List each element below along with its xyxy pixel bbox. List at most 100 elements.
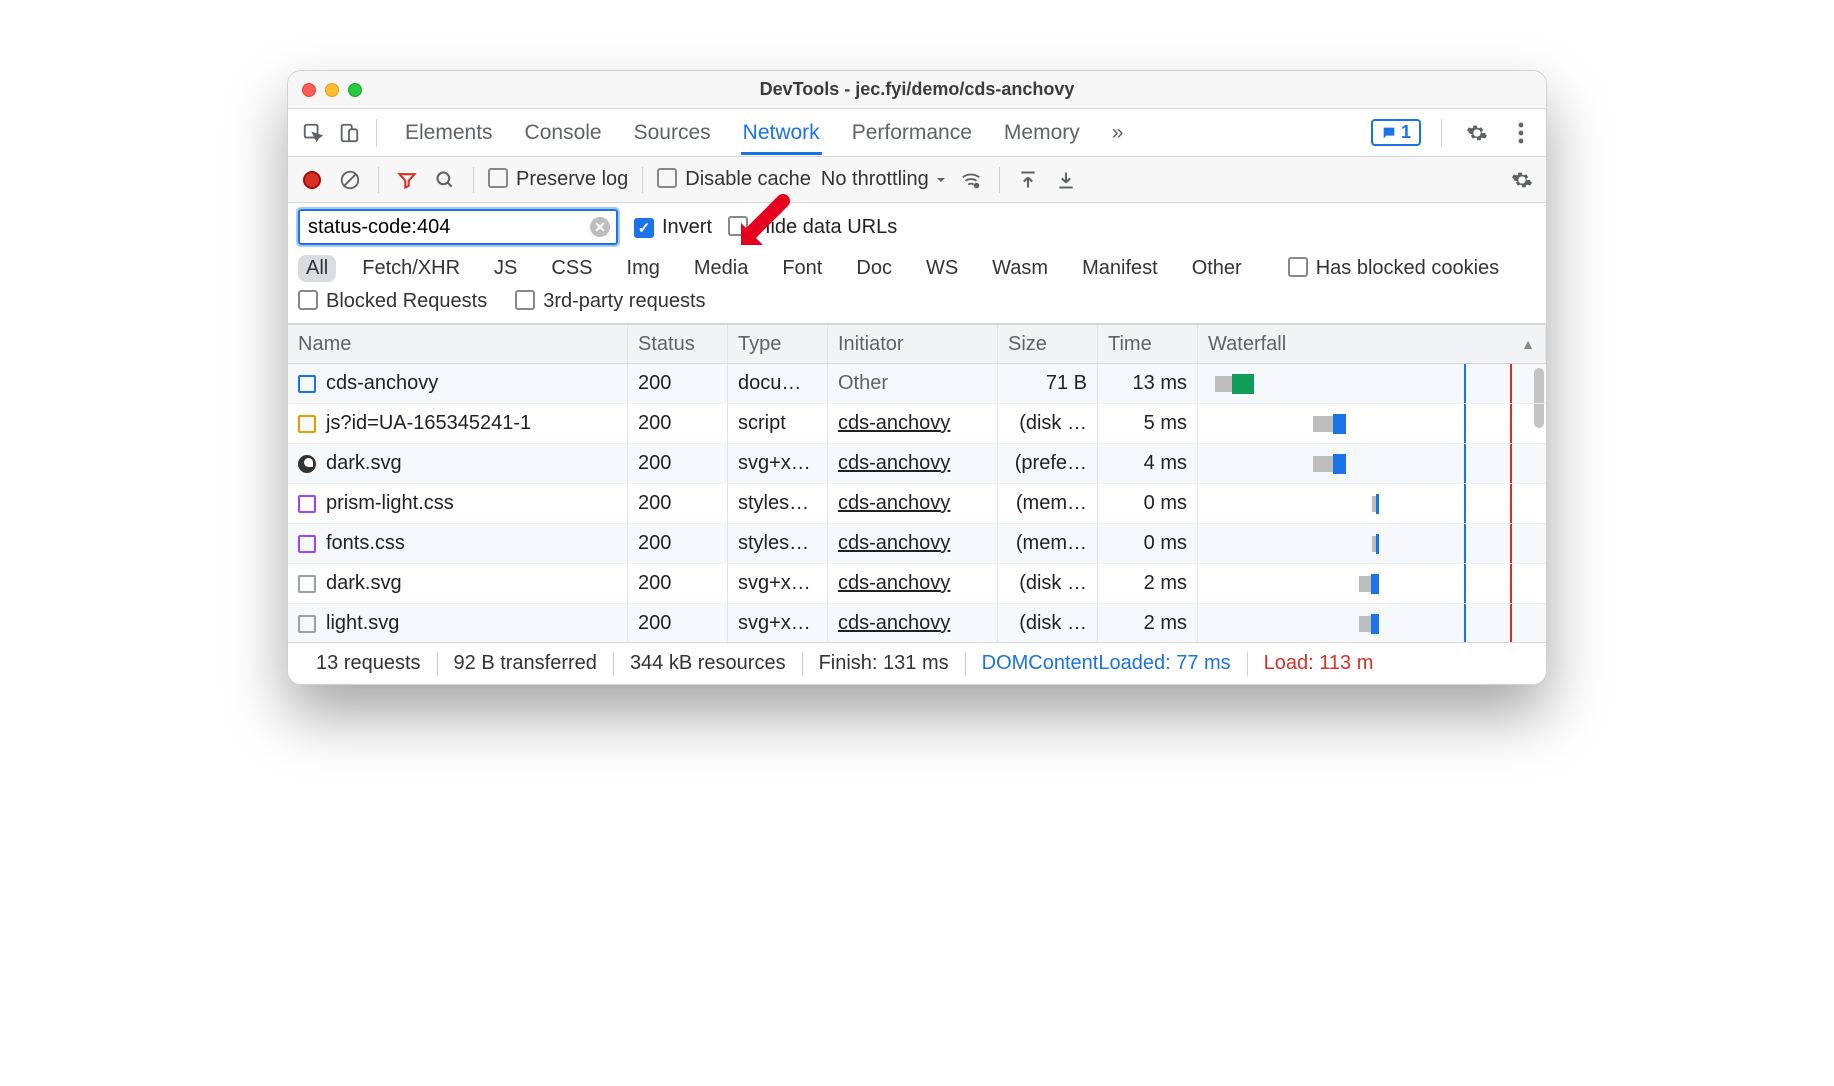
type-css[interactable]: CSS: [543, 255, 600, 282]
close-icon[interactable]: [302, 83, 316, 97]
tab-sources[interactable]: Sources: [632, 111, 713, 155]
cell-initiator: cds-anchovy: [828, 604, 998, 642]
request-name: dark.svg: [326, 572, 402, 595]
clear-button[interactable]: [336, 166, 364, 194]
cell-initiator: cds-anchovy: [828, 524, 998, 564]
filter-bar: ✕ ✓Invert Hide data URLs: [288, 203, 1546, 251]
devtools-window: DevTools - jec.fyi/demo/cds-anchovy Elem…: [287, 70, 1547, 685]
search-icon[interactable]: [431, 166, 459, 194]
kebab-menu-icon[interactable]: [1506, 118, 1536, 148]
initiator-link[interactable]: cds-anchovy: [838, 612, 950, 635]
request-name: light.svg: [326, 612, 399, 635]
cell-status: 200: [628, 524, 728, 564]
initiator-link[interactable]: cds-anchovy: [838, 412, 950, 435]
col-type[interactable]: Type: [728, 325, 828, 363]
import-har-icon[interactable]: [1014, 166, 1042, 194]
table-row[interactable]: fonts.css 200 styles… cds-anchovy (mem… …: [288, 524, 1546, 564]
cell-time: 0 ms: [1098, 484, 1198, 524]
clear-filter-icon[interactable]: ✕: [590, 217, 610, 237]
type-wasm[interactable]: Wasm: [984, 255, 1056, 282]
type-media[interactable]: Media: [686, 255, 756, 282]
issues-count: 1: [1401, 122, 1411, 143]
requests-table: Name Status Type Initiator Size Time Wat…: [288, 324, 1546, 642]
col-name[interactable]: Name: [288, 325, 628, 363]
table-body[interactable]: cds-anchovy 200 docu… Other 71 B 13 ms j…: [288, 364, 1546, 642]
initiator-link[interactable]: cds-anchovy: [838, 452, 950, 475]
type-other[interactable]: Other: [1184, 255, 1250, 282]
filter-icon[interactable]: [393, 166, 421, 194]
issues-badge[interactable]: 1: [1371, 119, 1421, 146]
cell-size: (disk …: [998, 564, 1098, 604]
cell-size: (disk …: [998, 404, 1098, 444]
table-row[interactable]: light.svg 200 svg+x… cds-anchovy (disk ……: [288, 604, 1546, 642]
initiator-link[interactable]: cds-anchovy: [838, 572, 950, 595]
file-css-icon: [298, 495, 316, 513]
tab-elements[interactable]: Elements: [403, 111, 495, 155]
preserve-log-checkbox[interactable]: Preserve log: [488, 168, 628, 191]
has-blocked-cookies-checkbox[interactable]: Has blocked cookies: [1288, 257, 1499, 280]
table-header[interactable]: Name Status Type Initiator Size Time Wat…: [288, 325, 1546, 364]
cell-initiator: Other: [828, 364, 998, 404]
col-waterfall[interactable]: Waterfall▲: [1198, 325, 1546, 363]
hide-data-urls-checkbox[interactable]: Hide data URLs: [728, 216, 897, 239]
col-initiator[interactable]: Initiator: [828, 325, 998, 363]
blocked-requests-checkbox[interactable]: Blocked Requests: [298, 290, 487, 313]
filter-input[interactable]: [306, 214, 590, 241]
network-conditions-icon[interactable]: [957, 166, 985, 194]
tab-performance[interactable]: Performance: [850, 111, 974, 155]
type-js[interactable]: JS: [486, 255, 525, 282]
disable-cache-checkbox[interactable]: Disable cache: [657, 168, 811, 191]
cell-waterfall: [1198, 524, 1546, 564]
type-img[interactable]: Img: [619, 255, 668, 282]
cell-status: 200: [628, 404, 728, 444]
cell-type: svg+x…: [728, 604, 828, 642]
col-size[interactable]: Size: [998, 325, 1098, 363]
cell-waterfall: [1198, 404, 1546, 444]
type-doc[interactable]: Doc: [848, 255, 900, 282]
table-row[interactable]: dark.svg 200 svg+x… cds-anchovy (prefe… …: [288, 444, 1546, 484]
cell-status: 200: [628, 484, 728, 524]
zoom-icon[interactable]: [348, 83, 362, 97]
export-har-icon[interactable]: [1052, 166, 1080, 194]
inspect-element-icon[interactable]: [298, 118, 328, 148]
panel-settings-icon[interactable]: [1508, 166, 1536, 194]
minimize-icon[interactable]: [325, 83, 339, 97]
type-fetch-xhr[interactable]: Fetch/XHR: [354, 255, 468, 282]
request-name: fonts.css: [326, 532, 405, 555]
cell-type: svg+x…: [728, 444, 828, 484]
throttling-select[interactable]: No throttling: [821, 168, 947, 191]
col-time[interactable]: Time: [1098, 325, 1198, 363]
cell-waterfall: [1198, 444, 1546, 484]
tab-memory[interactable]: Memory: [1002, 111, 1082, 155]
tab-console[interactable]: Console: [523, 111, 604, 155]
cell-time: 5 ms: [1098, 404, 1198, 444]
settings-icon[interactable]: [1462, 118, 1492, 148]
initiator-link[interactable]: cds-anchovy: [838, 532, 950, 555]
type-font[interactable]: Font: [774, 255, 830, 282]
cell-type: script: [728, 404, 828, 444]
device-toolbar-icon[interactable]: [334, 118, 364, 148]
type-ws[interactable]: WS: [918, 255, 966, 282]
record-button[interactable]: [298, 166, 326, 194]
filter-input-wrapper[interactable]: ✕: [298, 209, 618, 245]
invert-checkbox[interactable]: ✓Invert: [634, 216, 712, 239]
table-row[interactable]: dark.svg 200 svg+x… cds-anchovy (disk … …: [288, 564, 1546, 604]
type-manifest[interactable]: Manifest: [1074, 255, 1166, 282]
panel-tabs-row: Elements Console Sources Network Perform…: [288, 109, 1546, 157]
third-party-checkbox[interactable]: 3rd-party requests: [515, 290, 705, 313]
initiator-link[interactable]: cds-anchovy: [838, 492, 950, 515]
tabs-overflow[interactable]: »: [1110, 111, 1126, 155]
cell-initiator: cds-anchovy: [828, 484, 998, 524]
status-load: Load: 113 m: [1248, 652, 1390, 675]
cell-waterfall: [1198, 484, 1546, 524]
window-controls[interactable]: [302, 83, 362, 97]
type-all[interactable]: All: [298, 255, 336, 282]
table-row[interactable]: js?id=UA-165345241-1 200 script cds-anch…: [288, 404, 1546, 444]
table-row[interactable]: cds-anchovy 200 docu… Other 71 B 13 ms: [288, 364, 1546, 404]
tab-network[interactable]: Network: [741, 111, 822, 155]
file-css-icon: [298, 535, 316, 553]
cell-size: (mem…: [998, 484, 1098, 524]
cell-status: 200: [628, 564, 728, 604]
table-row[interactable]: prism-light.css 200 styles… cds-anchovy …: [288, 484, 1546, 524]
col-status[interactable]: Status: [628, 325, 728, 363]
